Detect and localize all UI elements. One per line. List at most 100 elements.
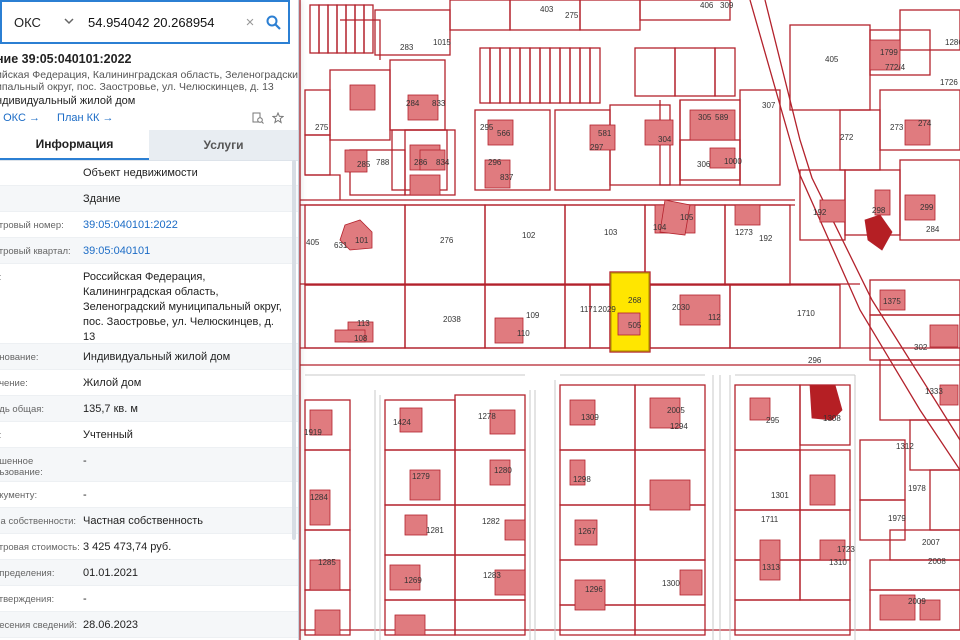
search-type-select[interactable]: ОКС [2,15,82,30]
info-row-label [0,186,83,211]
selected-parcel [610,272,650,352]
search-icon[interactable] [260,15,286,30]
info-row-value[interactable]: 39:05:040101 [83,238,292,263]
info-row-label: несения сведений: [0,620,77,631]
info-row-value: 28.06.2023 [83,619,139,631]
building [929,324,959,348]
info-row-value: - [83,489,87,501]
parcel-label: 298 [872,206,886,215]
parcel-label: 1298 [573,475,591,484]
info-row-label: ешенное льзование: [0,456,43,478]
parcel-label: 284 [926,225,940,234]
building [404,514,428,536]
parcel-label: 2008 [928,557,946,566]
info-row-value[interactable]: 39:05:040101:2022 [83,212,292,237]
parcel-label: 566 [497,129,511,138]
parcel-label: 102 [522,231,536,240]
parcel-label: 772/4 [885,63,906,72]
tab-info[interactable]: Информация [0,130,149,160]
parcel-label: 307 [762,101,776,110]
plan-kk-link[interactable]: План КК → [57,112,113,124]
parcel-label: 1710 [797,309,815,318]
building [394,614,426,636]
parcel-label: 2009 [908,597,926,606]
info-row-value: Частная собственность [83,515,204,527]
search-input[interactable] [82,13,240,31]
info-row: енование: Индивидуальный жилой дом [0,344,298,370]
parcel-label: 1723 [837,545,855,554]
panel-scrollbar[interactable] [292,160,296,540]
document-search-icon[interactable] [252,111,264,129]
clear-icon[interactable]: × [240,14,260,31]
parcel-label: 276 [440,236,454,245]
info-row-label: с: [0,422,83,447]
info-row-label: адь общая: [0,404,45,415]
parcel-label: 2030 [672,303,690,312]
building [809,474,836,506]
parcel-label: 306 [697,160,711,169]
plan-oks-link[interactable]: н ОКС → [0,112,40,124]
parcel-label: 103 [604,228,618,237]
info-row-label: стровый квартал: [0,246,71,257]
parcel-label: 1979 [888,514,906,523]
parcel-label: 589 [715,113,729,122]
parcel-label: 286 [414,158,428,167]
info-row-value: Учтенный [83,429,133,441]
parcel-label: 1273 [735,228,753,237]
parcel-label: 837 [500,173,514,182]
info-row: адь общая: 135,7 кв. м [0,396,298,422]
star-icon[interactable] [271,111,285,129]
chevron-down-icon [64,16,74,28]
building [504,519,526,541]
parcel-label: 1278 [478,412,496,421]
plan-links: н ОКС → План КК → [0,112,128,124]
parcel-label: 1294 [670,422,688,431]
info-row-value: 3 425 473,74 руб. [83,541,172,553]
parcel-label: 105 [680,213,694,222]
parcel-label: 275 [315,123,329,132]
info-row: окументу: - [0,482,298,508]
parcel-label: 296 [488,158,502,167]
parcel-label: 285 [357,160,371,169]
info-row-label: ма собственности: [0,516,77,527]
building [734,204,761,226]
parcel-label: 2007 [922,538,940,547]
parcel-label: 101 [355,236,369,245]
parcel-label: 505 [628,321,642,330]
info-row: утверждения: - [0,586,298,612]
building [759,539,781,581]
info-row: стровая стоимость: 3 425 473,74 руб. [0,534,298,560]
parcel-label: 1375 [883,297,901,306]
parcel-label: 297 [590,143,604,152]
parcel-label: 1282 [482,517,500,526]
parcel-label: 1281 [426,526,444,535]
parcel-label: 268 [628,296,642,305]
parcel-label: 304 [658,135,672,144]
parcel-label: 1424 [393,418,411,427]
info-row-label: енование: [0,352,39,363]
parcel-label: 405 [825,55,839,64]
parcel-label: 1711 [761,515,779,524]
info-row-label [0,160,83,185]
parcel-label: 1285 [318,558,336,567]
info-row-label: окументу: [0,490,38,501]
parcel-label: 1313 [762,563,780,572]
building [649,479,691,511]
parcel-label: 2005 [667,406,685,415]
parcel-label: 1296 [585,585,603,594]
tab-services[interactable]: Услуги [149,130,298,160]
panel-tabs: Информация Услуги [0,130,298,161]
parcel-label: 192 [759,234,773,243]
object-kind: ндивидуальный жилой дом [0,95,136,107]
parcel-label: 104 [653,223,667,232]
building [409,174,441,196]
info-row: несения сведений: 28.06.2023 [0,612,298,638]
object-address-line: ийская Федерация, Калининградская област… [0,69,299,81]
parcel-label: 1309 [581,413,599,422]
parcel-label: 299 [920,203,934,212]
parcel-label: 1284 [310,493,328,502]
info-row-value: Индивидуальный жилой дом [83,351,231,363]
info-row: стровый номер: 39:05:040101:2022 [0,212,298,238]
building [349,84,376,111]
search-bar: ОКС × [0,0,290,44]
